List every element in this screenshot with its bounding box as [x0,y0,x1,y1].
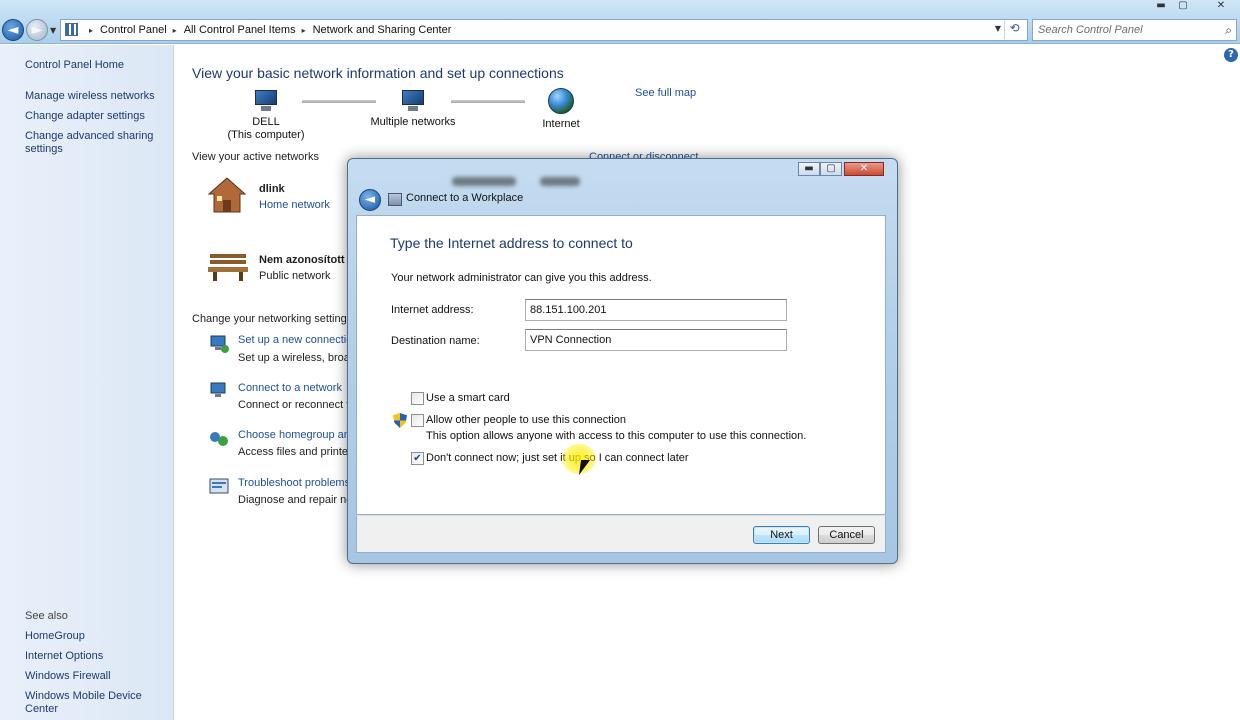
dialog-heading: Type the Internet address to connect to [390,235,633,251]
address-dropdown-icon[interactable]: ▼ [995,24,1001,33]
network-name-public: Nem azonosított há [259,254,351,266]
map-connector [451,100,525,103]
destination-name-label: Destination name: [391,335,480,347]
map-internet: Internet [533,88,589,131]
forward-button[interactable]: ► [26,19,48,41]
breadcrumb: ▸ Control Panel ▸ All Control Panel Items ▸ N… [83,24,451,36]
task-connect-network[interactable]: Connect to a network [238,382,348,394]
internet-address-field[interactable] [525,299,787,321]
allow-others-checkbox[interactable] [411,414,424,427]
breadcrumb-control-panel[interactable]: Control Panel [100,24,167,36]
dialog-body: Type the Internet address to connect to … [356,215,886,515]
back-arrow-icon: ◄ [365,192,375,207]
breadcrumb-separator[interactable]: ▸ [302,26,306,35]
search-box[interactable]: ⌕ [1032,19,1237,41]
page-title: View your basic network information and … [192,65,564,81]
minimize-button[interactable]: ▬ [1150,0,1172,12]
network-icon [400,90,426,112]
computer-icon [253,90,279,112]
network-name-dlink: dlink [259,183,285,195]
explorer-titlebar: ▬ ▢ ✕ ◄ ► ▼ ▸ Control Panel ▸ All Control P… [0,0,1240,44]
network-type-home[interactable]: Home network [259,199,330,211]
public-network-bench-icon [208,254,248,281]
see-full-map-link[interactable]: See full map [635,87,696,99]
map-this-computer: DELL (This computer) [226,90,306,142]
task-troubleshoot-desc: Diagnose and repair net [238,494,348,506]
forward-arrow-icon: ► [31,22,43,38]
map-internet-label: Internet [542,118,580,130]
maximize-button[interactable]: ▢ [1172,0,1194,12]
see-also-internet-options[interactable]: Internet Options [25,650,103,663]
connect-network-icon [210,382,226,397]
breadcrumb-all-items[interactable]: All Control Panel Items [184,24,296,36]
cancel-button[interactable]: Cancel [818,526,875,544]
change-settings-heading: Change your networking settings [192,313,353,325]
dont-connect-label[interactable]: Don't connect now; just set it up so I c… [426,452,689,464]
computer-sub: (This computer) [227,129,305,141]
see-also-windows-firewall[interactable]: Windows Firewall [25,670,111,683]
internet-address-input[interactable] [526,300,786,320]
refresh-icon[interactable]: ⟲ [1004,21,1024,39]
dialog-hint: Your network administrator can give you … [391,272,652,284]
breadcrumb-network-sharing[interactable]: Network and Sharing Center [313,24,452,36]
task-choose-homegroup[interactable]: Choose homegroup and [238,429,348,441]
task-connect-desc: Connect or reconnect to [238,399,348,411]
dialog-maximize-button[interactable]: ▢ [820,162,842,176]
sidebar-change-adapter[interactable]: Change adapter settings [25,110,145,123]
checkmark-icon: ✔ [413,453,422,464]
sidebar-control-panel-home[interactable]: Control Panel Home [25,59,124,72]
sidebar-manage-wireless[interactable]: Manage wireless networks [25,90,155,103]
task-homegroup-desc: Access files and printers [238,446,348,458]
dialog-back-button[interactable]: ◄ [359,189,381,211]
dialog-close-button[interactable]: ✕ [844,162,884,176]
connect-workplace-dialog: ▬ ▢ ✕ ◄ Connect to a Workplace Type the … [347,158,898,564]
breadcrumb-separator[interactable]: ▸ [89,26,93,35]
smart-card-label[interactable]: Use a smart card [426,392,510,404]
allow-others-label[interactable]: Allow other people to use this connectio… [426,414,626,426]
troubleshoot-icon [209,478,229,494]
see-also-mobile-device-center[interactable]: Windows Mobile Device Center [25,690,173,716]
dialog-caption: Connect to a Workplace [406,192,524,204]
left-pane: Control Panel Home Manage wireless netwo… [0,45,174,720]
sidebar-advanced-sharing[interactable]: Change advanced sharing settings [25,130,155,156]
internet-address-label: Internet address: [391,304,474,316]
control-panel-icon [65,23,78,36]
task-setup-connection[interactable]: Set up a new connection [238,334,348,346]
map-middle-label: Multiple networks [370,116,456,128]
close-button[interactable]: ✕ [1206,0,1236,12]
dialog-footer: Next Cancel [356,515,886,553]
see-also-heading: See also [25,610,68,622]
smart-card-checkbox[interactable] [411,392,424,405]
blurred-background-text [540,177,580,186]
new-connection-icon [210,335,229,353]
active-networks-heading: View your active networks [192,151,319,163]
dialog-minimize-button[interactable]: ▬ [798,162,820,176]
dont-connect-checkbox[interactable]: ✔ [411,452,424,465]
allow-others-note: This option allows anyone with access to… [426,430,807,442]
next-button[interactable]: Next [753,526,810,544]
back-button[interactable]: ◄ [2,19,24,41]
destination-name-field[interactable] [525,329,787,351]
search-input[interactable] [1033,20,1213,40]
task-setup-desc: Set up a wireless, broadband [238,352,348,364]
workplace-icon [388,193,402,206]
task-troubleshoot[interactable]: Troubleshoot problems [238,477,348,489]
recent-pages-dropdown[interactable]: ▼ [50,26,56,35]
map-multiple-networks: Multiple networks [365,90,461,129]
destination-name-input[interactable] [526,330,786,350]
see-also-homegroup[interactable]: HomeGroup [25,630,85,643]
breadcrumb-separator[interactable]: ▸ [173,26,177,35]
back-arrow-icon: ◄ [7,22,19,38]
home-network-icon [207,177,247,213]
uac-shield-icon [393,413,407,428]
computer-name: DELL [252,116,280,128]
help-button[interactable]: ? [1224,48,1238,62]
homegroup-icon [210,432,228,446]
globe-icon [548,88,574,114]
address-bar[interactable]: ▸ Control Panel ▸ All Control Panel Items ▸ N… [60,19,1028,41]
search-icon[interactable]: ⌕ [1225,23,1232,38]
network-type-public: Public network [259,270,331,282]
blurred-background-text [452,177,516,186]
